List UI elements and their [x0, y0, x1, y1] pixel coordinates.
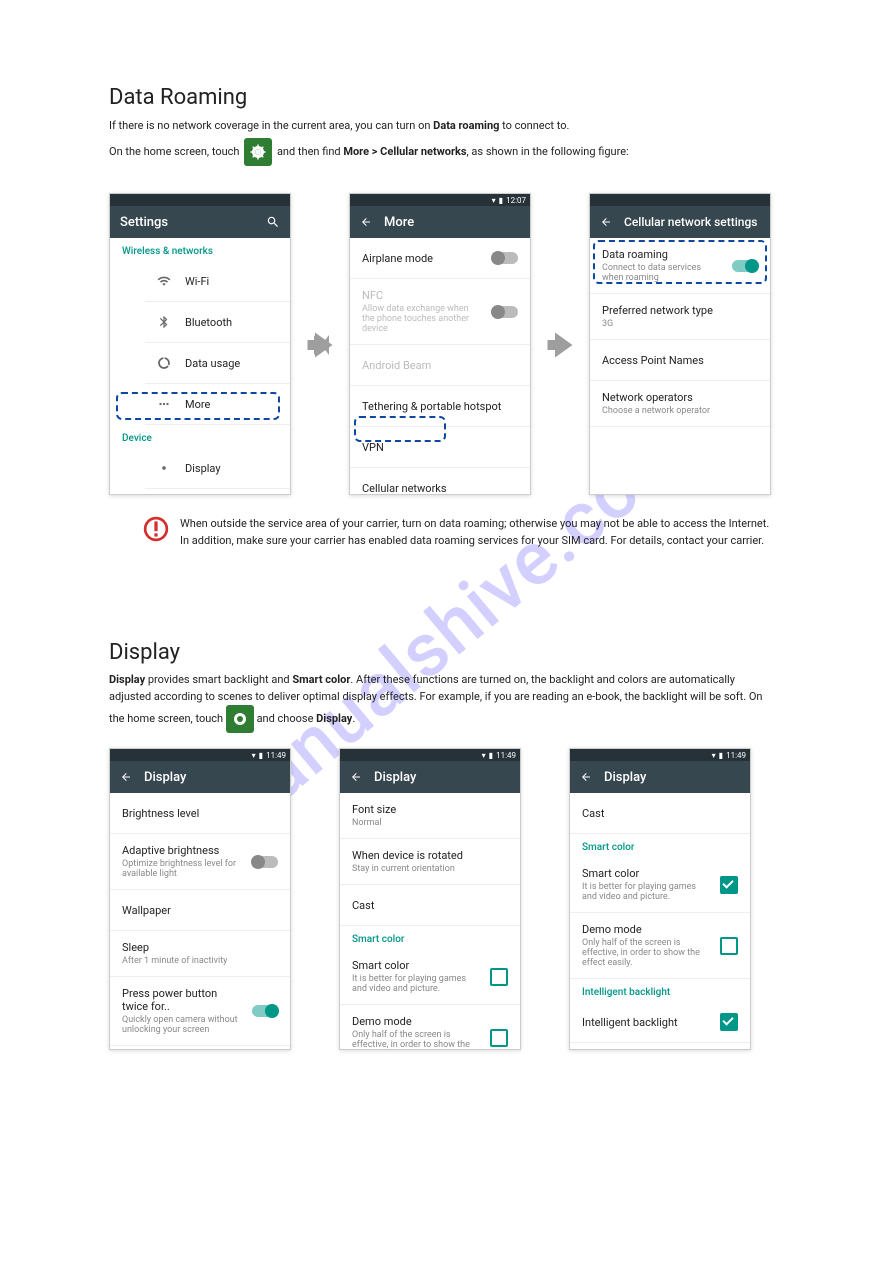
- check-smart-color[interactable]: [490, 968, 508, 986]
- screen-display-2: ▾▮11:49 Display Font sizeNormal When dev…: [339, 748, 521, 1050]
- row-smart-color[interactable]: Smart colorIt is better for playing game…: [340, 949, 520, 1005]
- search-icon[interactable]: [266, 215, 280, 229]
- row-tethering[interactable]: Tethering & portable hotspot: [350, 386, 530, 427]
- row-vpn[interactable]: VPN: [350, 427, 530, 468]
- row-demo-mode-1[interactable]: Demo modeOnly half of the screen is effe…: [570, 913, 750, 979]
- more-horiz-icon: [157, 397, 171, 411]
- check-backlight[interactable]: [720, 1013, 738, 1031]
- row-font-size[interactable]: Font sizeNormal: [340, 793, 520, 839]
- back-icon[interactable]: [580, 771, 592, 783]
- row-power-twice[interactable]: Press power button twice for..Quickly op…: [110, 977, 290, 1046]
- row-sleep[interactable]: SleepAfter 1 minute of inactivity: [110, 931, 290, 977]
- settings-app-icon: [244, 138, 272, 166]
- appbar-title: Cellular network settings: [624, 215, 757, 229]
- row-airplane-mode[interactable]: Airplane mode: [350, 238, 530, 279]
- statusbar: ▾▮11:49: [570, 749, 750, 761]
- appbar-title: More: [384, 215, 414, 230]
- toggle-data-roaming[interactable]: [732, 260, 758, 272]
- appbar-cellular: Cellular network settings: [590, 206, 770, 238]
- appbar-more: More: [350, 206, 530, 238]
- appbar-title: Settings: [120, 215, 168, 230]
- row-cellular-networks[interactable]: Cellular networks: [350, 468, 530, 495]
- appbar-display: Display: [340, 761, 520, 793]
- screen-more: ▾▮12:07 More Airplane mode NFCAllow data…: [349, 193, 531, 495]
- row-display[interactable]: Display: [145, 448, 290, 489]
- screen-display-1: ▾▮11:49 Display Brightness level Adaptiv…: [109, 748, 291, 1050]
- para-dr2: On the home screen, touch and then find …: [109, 138, 769, 167]
- settings-app-icon: [226, 705, 254, 733]
- para-display: Display provides smart backlight and Sma…: [109, 672, 769, 733]
- back-icon[interactable]: [360, 216, 372, 228]
- back-icon[interactable]: [600, 216, 612, 228]
- check-smart-color[interactable]: [720, 876, 738, 894]
- row-more[interactable]: More: [145, 384, 290, 425]
- row-wallpaper[interactable]: Wallpaper: [110, 890, 290, 931]
- row-net-ops[interactable]: Network operatorsChoose a network operat…: [590, 381, 770, 427]
- screen-cellular: Cellular network settings Data roamingCo…: [589, 193, 771, 495]
- row-data-roaming[interactable]: Data roamingConnect to data services whe…: [590, 238, 770, 294]
- statusbar: ▾▮12:07: [350, 194, 530, 206]
- row-cast[interactable]: Cast: [570, 793, 750, 834]
- statusbar: [590, 194, 770, 206]
- row-rotate[interactable]: When device is rotatedStay in current or…: [340, 839, 520, 885]
- category-smart-color: Smart color: [570, 834, 750, 857]
- row-wifi[interactable]: Wi-Fi: [145, 261, 290, 302]
- row-demo-mode-2[interactable]: Demo modeOnly half of the screen is effe…: [570, 1043, 750, 1050]
- back-icon[interactable]: [120, 771, 132, 783]
- category-wireless: Wireless & networks: [110, 238, 290, 261]
- category-smart-color: Smart color: [340, 926, 520, 949]
- check-demo-1[interactable]: [720, 937, 738, 955]
- row-bluetooth[interactable]: Bluetooth: [145, 302, 290, 343]
- row-adaptive[interactable]: Adaptive brightnessOptimize brightness l…: [110, 834, 290, 890]
- row-smart-color[interactable]: Smart colorIt is better for playing game…: [570, 857, 750, 913]
- row-brightness[interactable]: Brightness level: [110, 793, 290, 834]
- toggle-airplane[interactable]: [492, 252, 518, 264]
- caution-icon: [143, 516, 169, 542]
- category-device: Device: [110, 425, 290, 448]
- row-cast[interactable]: Cast: [340, 885, 520, 926]
- statusbar: ▾▮11:49: [110, 749, 290, 761]
- toggle-nfc: [492, 306, 518, 318]
- note-roaming: When outside the service area of your ca…: [180, 516, 770, 549]
- bluetooth-icon: [157, 315, 171, 329]
- back-icon[interactable]: [350, 771, 362, 783]
- heading-display: Display: [109, 640, 180, 665]
- wifi-icon: [157, 274, 171, 288]
- heading-data-roaming: Data Roaming: [109, 85, 247, 110]
- row-demo-mode[interactable]: Demo modeOnly half of the screen is effe…: [340, 1005, 520, 1050]
- appbar-display: Display: [570, 761, 750, 793]
- row-daydream[interactable]: Daydream: [110, 1046, 290, 1050]
- row-data-usage[interactable]: Data usage: [145, 343, 290, 384]
- arrow-2: [545, 325, 575, 365]
- statusbar: [110, 194, 290, 206]
- appbar-settings: Settings: [110, 206, 290, 238]
- check-demo[interactable]: [490, 1029, 508, 1047]
- arrow-1: [305, 325, 335, 365]
- screen-display-3: ▾▮11:49 Display Cast Smart color Smart c…: [569, 748, 751, 1050]
- row-nfc: NFCAllow data exchange when the phone to…: [350, 279, 530, 345]
- display-icon: [157, 461, 171, 475]
- row-android-beam: Android Beam: [350, 345, 530, 386]
- row-apn[interactable]: Access Point Names: [590, 340, 770, 381]
- toggle-power-twice[interactable]: [252, 1005, 278, 1017]
- category-backlight: Intelligent backlight: [570, 979, 750, 1002]
- appbar-display: Display: [110, 761, 290, 793]
- row-pref-net[interactable]: Preferred network type3G: [590, 294, 770, 340]
- statusbar: ▾▮11:49: [340, 749, 520, 761]
- screen-settings: Settings Wireless & networks Wi-Fi Bluet…: [109, 193, 291, 495]
- toggle-adaptive[interactable]: [252, 856, 278, 868]
- data-usage-icon: [157, 356, 171, 370]
- para-dr1: If there is no network coverage in the c…: [109, 118, 769, 135]
- row-intelligent-backlight[interactable]: Intelligent backlight: [570, 1002, 750, 1043]
